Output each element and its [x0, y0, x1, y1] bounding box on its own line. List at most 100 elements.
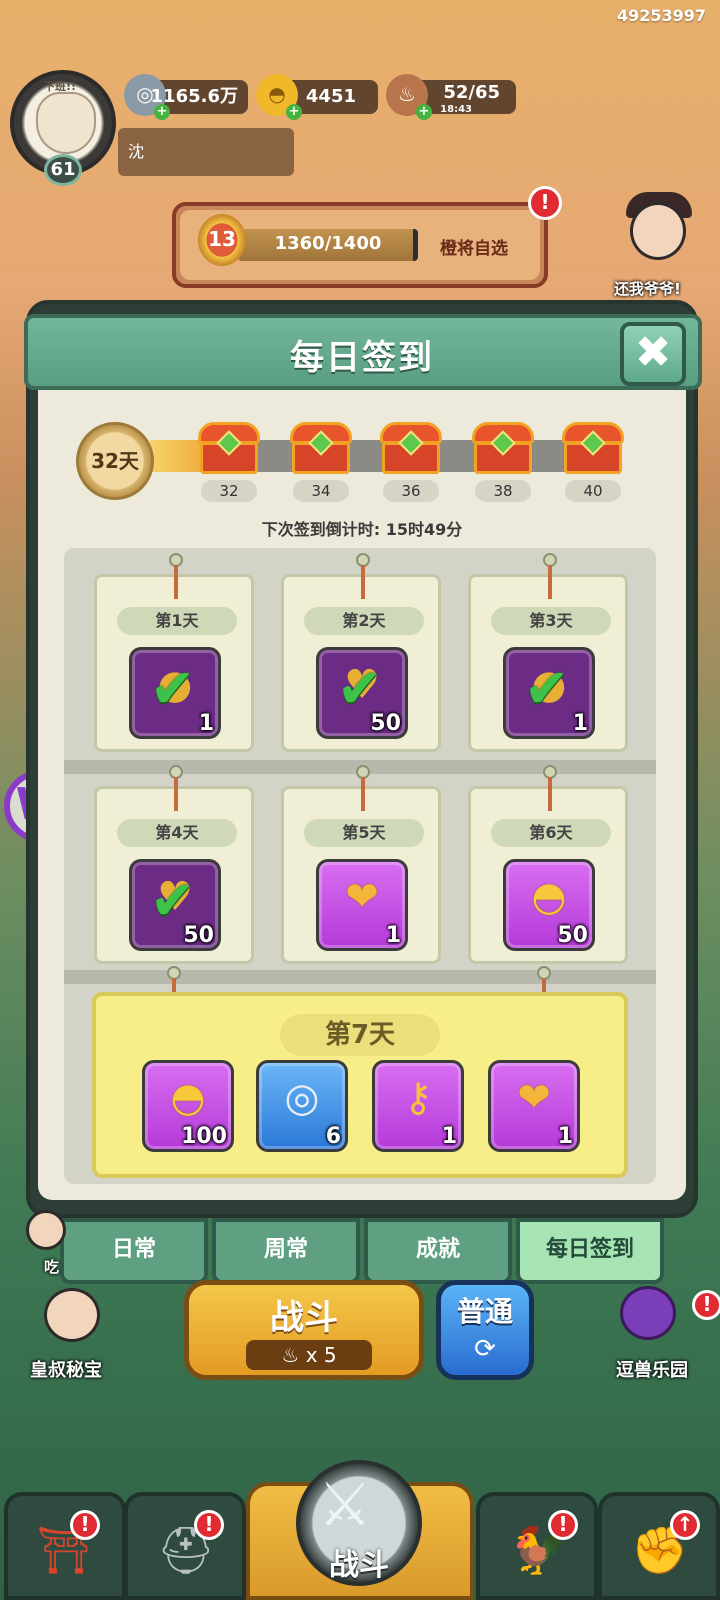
day-label: 第1天 — [117, 607, 237, 635]
hero-face — [630, 202, 686, 260]
reward-item: ♥ ✔ 50 — [316, 647, 408, 739]
streak-days-badge: 32天 — [76, 422, 154, 500]
reward-count: 50 — [370, 711, 401, 736]
nav-battle-label: 战斗 — [329, 1548, 389, 1583]
avatar-portrait — [36, 92, 96, 154]
add-gold-icon[interactable]: + — [286, 104, 302, 120]
player-level-badge: 61 — [44, 154, 82, 186]
day-label: 第5天 — [304, 819, 424, 847]
day-label: 第6天 — [491, 819, 611, 847]
silver-coin-speed-icon: ◎ — [284, 1075, 320, 1121]
reward-count: 1 — [572, 711, 588, 736]
day-card-2[interactable]: 第2天 ♥ ✔ 50 — [281, 553, 441, 752]
cord — [174, 777, 178, 811]
meat-icon: ♨ — [281, 1343, 306, 1367]
milestone-chest-40[interactable] — [562, 422, 624, 476]
heart-coin-icon: ❤ — [345, 874, 379, 920]
user-id: 49253997 — [616, 6, 706, 25]
beast-park[interactable] — [608, 1286, 698, 1362]
royal-uncle-treasure[interactable] — [34, 1288, 124, 1364]
nav-alert-icon: ! — [194, 1510, 224, 1540]
modal-title: 每日签到 — [290, 338, 434, 378]
nav-rooster[interactable]: 🐓 — [476, 1492, 598, 1600]
reward-item: ● ✔ 1 — [129, 647, 221, 739]
royal-uncle-treasure-label: 皇叔秘宝 — [30, 1360, 102, 1381]
nav-equipment[interactable]: ⛑ — [124, 1492, 246, 1600]
cord — [361, 777, 365, 811]
claimed-check-icon: ✔ — [524, 657, 570, 720]
reward-count: 1 — [198, 711, 214, 736]
battle-cost: ♨ x 5 — [246, 1340, 372, 1370]
nav-temple[interactable]: ⛩ — [4, 1492, 126, 1600]
reward-count: 1 — [385, 923, 401, 948]
reward-item: ♥ ✔ 50 — [129, 859, 221, 951]
add-stamina-icon[interactable]: + — [416, 104, 432, 120]
side-partial-label: 吃 — [44, 1258, 60, 1276]
beast-park-label: 逗兽乐园 — [616, 1360, 688, 1381]
beast-icon — [620, 1286, 676, 1340]
npc-face — [44, 1288, 100, 1342]
refresh-icon: ⟳ — [474, 1334, 496, 1364]
cord — [548, 565, 552, 599]
battle-cost-value: x 5 — [305, 1343, 337, 1367]
resource-stamina[interactable]: ♨ + 52/65 18:43 — [386, 74, 516, 120]
day-card-4[interactable]: 第4天 ♥ ✔ 50 — [94, 765, 254, 964]
day7-label: 第7天 — [280, 1014, 440, 1056]
avatar-caption: 下班!! — [44, 80, 77, 93]
top-right-hero[interactable] — [620, 192, 698, 274]
reward-count: 100 — [181, 1124, 227, 1149]
milestone-chest-36[interactable] — [380, 422, 442, 476]
top-right-hero-label: 还我爷爷! — [614, 280, 681, 298]
nav-alert-icon: ! — [548, 1510, 578, 1540]
reward-item: ● ✔ 1 — [503, 647, 595, 739]
side-npc-partial[interactable] — [26, 1210, 116, 1286]
reward-count: 1 — [557, 1124, 573, 1149]
reward-count: 50 — [183, 923, 214, 948]
cord — [361, 565, 365, 599]
nav-upgrade[interactable]: ✊ — [598, 1492, 720, 1600]
day7-reward-heart-coin[interactable]: ❤ 1 — [488, 1060, 580, 1152]
exp-text: 1360/1400 — [274, 233, 382, 254]
day-card-3[interactable]: 第3天 ● ✔ 1 — [468, 553, 628, 752]
orange-general-pick-label: 橙将自选 — [440, 239, 508, 259]
gold-value: 4451 — [305, 86, 356, 107]
cord — [174, 565, 178, 599]
mode-label: 普通 — [456, 1295, 513, 1328]
milestone-label: 34 — [293, 480, 349, 502]
reward-count: 50 — [557, 923, 588, 948]
day7-reward-key[interactable]: ⚷ 1 — [372, 1060, 464, 1152]
claimed-check-icon: ✔ — [150, 657, 196, 720]
day7-reward-silver[interactable]: ◎ 6 — [256, 1060, 348, 1152]
resource-gold[interactable]: ◓ + 4451 — [256, 74, 378, 120]
resource-silver[interactable]: ◎ + 1165.6万 — [124, 74, 248, 120]
exp-alert-icon: ! — [528, 186, 562, 220]
day7-reward-gold[interactable]: ◓ 100 — [142, 1060, 234, 1152]
day-label: 第4天 — [117, 819, 237, 847]
claimed-check-icon: ✔ — [337, 657, 383, 720]
npc-face — [26, 1210, 66, 1250]
key-icon: ⚷ — [403, 1075, 433, 1121]
reward-item[interactable]: ◓ 50 — [503, 859, 595, 951]
milestone-chest-32[interactable] — [198, 422, 260, 476]
milestone-label: 32 — [201, 480, 257, 502]
nav-alert-icon: ! — [70, 1510, 100, 1540]
stamina-timer: 18:43 — [440, 104, 472, 115]
player-name: 沈 — [118, 128, 294, 176]
day-card-1[interactable]: 第1天 ● ✔ 1 — [94, 553, 254, 752]
day-card-5[interactable]: 第5天 ❤ 1 — [281, 765, 441, 964]
tab-weekly[interactable]: 周常 — [212, 1218, 360, 1284]
milestone-chest-34[interactable] — [290, 422, 352, 476]
tab-daily-checkin[interactable]: 每日签到 — [516, 1218, 664, 1284]
close-button[interactable]: ✖ — [620, 322, 686, 386]
heart-coin-icon: ❤ — [517, 1075, 551, 1121]
milestone-chest-38[interactable] — [472, 422, 534, 476]
day-card-6[interactable]: 第6天 ◓ 50 — [468, 765, 628, 964]
shelf-divider — [64, 970, 656, 984]
gold-ingot-icon: ◓ — [531, 874, 567, 920]
crossed-swords-glyph: ⚔ — [318, 1470, 372, 1540]
tab-achievement[interactable]: 成就 — [364, 1218, 512, 1284]
claimed-check-icon: ✔ — [150, 869, 196, 932]
reward-item[interactable]: ❤ 1 — [316, 859, 408, 951]
reward-count: 1 — [441, 1124, 457, 1149]
milestone-label: 40 — [565, 480, 621, 502]
